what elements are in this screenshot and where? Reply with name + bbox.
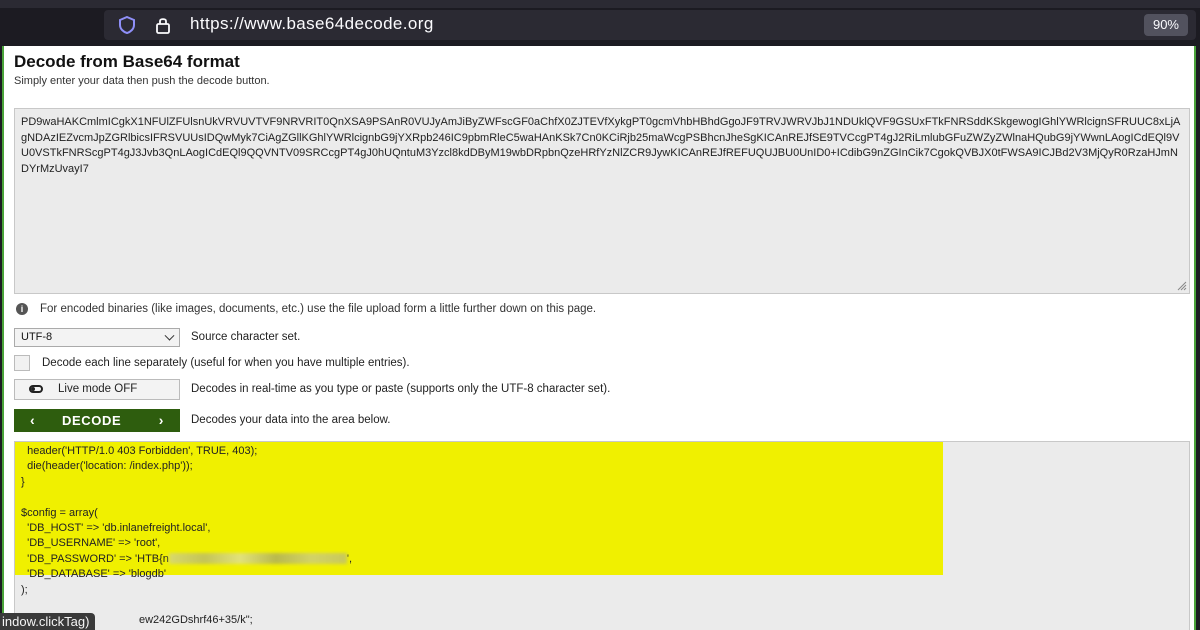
- decode-label: DECODE: [62, 413, 122, 428]
- charset-select[interactable]: UTF-8: [14, 328, 180, 347]
- live-mode-button[interactable]: Live mode OFF: [14, 379, 180, 400]
- info-text: For encoded binaries (like images, docum…: [40, 303, 597, 315]
- code-line: );: [21, 583, 28, 596]
- decode-button[interactable]: ‹ DECODE ›: [14, 409, 180, 432]
- code-line: die(header('location: /index.php'));: [21, 460, 193, 473]
- decoded-output[interactable]: header('HTTP/1.0 403 Forbidden', TRUE, 4…: [14, 441, 1190, 630]
- chevron-right-icon: ›: [158, 412, 164, 428]
- page-content: Decode from Base64 format Simply enter y…: [2, 46, 1196, 630]
- redacted-password: [168, 553, 347, 565]
- shield-icon[interactable]: [118, 16, 136, 34]
- page-subtitle: Simply enter your data then push the dec…: [14, 75, 270, 87]
- url-text[interactable]: https://www.base64decode.org: [190, 14, 434, 34]
- live-mode-label: Live mode OFF: [58, 383, 138, 395]
- charset-label: Source character set.: [191, 331, 301, 343]
- live-mode-desc: Decodes in real-time as you type or past…: [191, 383, 611, 395]
- code-line: 'DB_USERNAME' => 'root',: [21, 537, 161, 550]
- resize-handle-icon[interactable]: [1177, 281, 1187, 291]
- address-bar[interactable]: https://www.base64decode.org 90%: [104, 10, 1196, 40]
- code-line: 'DB_HOST' => 'db.inlanefreight.local',: [21, 522, 211, 535]
- page-title: Decode from Base64 format: [14, 52, 240, 71]
- info-icon: i: [16, 303, 28, 315]
- encoded-input-text: PD9waHAKCmlmICgkX1NFUlZFUlsnUkVRVUVTVF9N…: [21, 116, 1181, 175]
- toggle-icon: [29, 385, 43, 393]
- code-line: }: [21, 475, 25, 488]
- zoom-level[interactable]: 90%: [1143, 14, 1188, 36]
- status-tooltip: indow.clickTag): [0, 613, 96, 630]
- code-line: $config = array(: [21, 506, 98, 519]
- chevron-down-icon: [164, 330, 175, 341]
- info-note: i For encoded binaries (like images, doc…: [16, 303, 596, 315]
- each-line-label: Decode each line separately (useful for …: [42, 357, 410, 369]
- lock-icon[interactable]: [154, 15, 172, 35]
- code-line: 'DB_PASSWORD' => 'HTB{n: [21, 552, 169, 565]
- tab-strip: [0, 0, 1200, 8]
- encoded-input[interactable]: PD9waHAKCmlmICgkX1NFUlZFUlsnUkVRVUVTVF9N…: [14, 108, 1190, 294]
- each-line-checkbox[interactable]: [14, 355, 30, 371]
- code-line: header('HTTP/1.0 403 Forbidden', TRUE, 4…: [21, 445, 258, 457]
- browser-toolbar: https://www.base64decode.org 90%: [0, 0, 1200, 46]
- code-line-tail: ',: [346, 552, 353, 565]
- chevron-left-icon: ‹: [30, 412, 36, 428]
- decode-desc: Decodes your data into the area below.: [191, 414, 391, 426]
- decoded-code: header('HTTP/1.0 403 Forbidden', TRUE, 4…: [21, 444, 352, 629]
- charset-value: UTF-8: [21, 331, 53, 343]
- code-line: 'DB_DATABASE' => 'blogdb': [21, 568, 166, 581]
